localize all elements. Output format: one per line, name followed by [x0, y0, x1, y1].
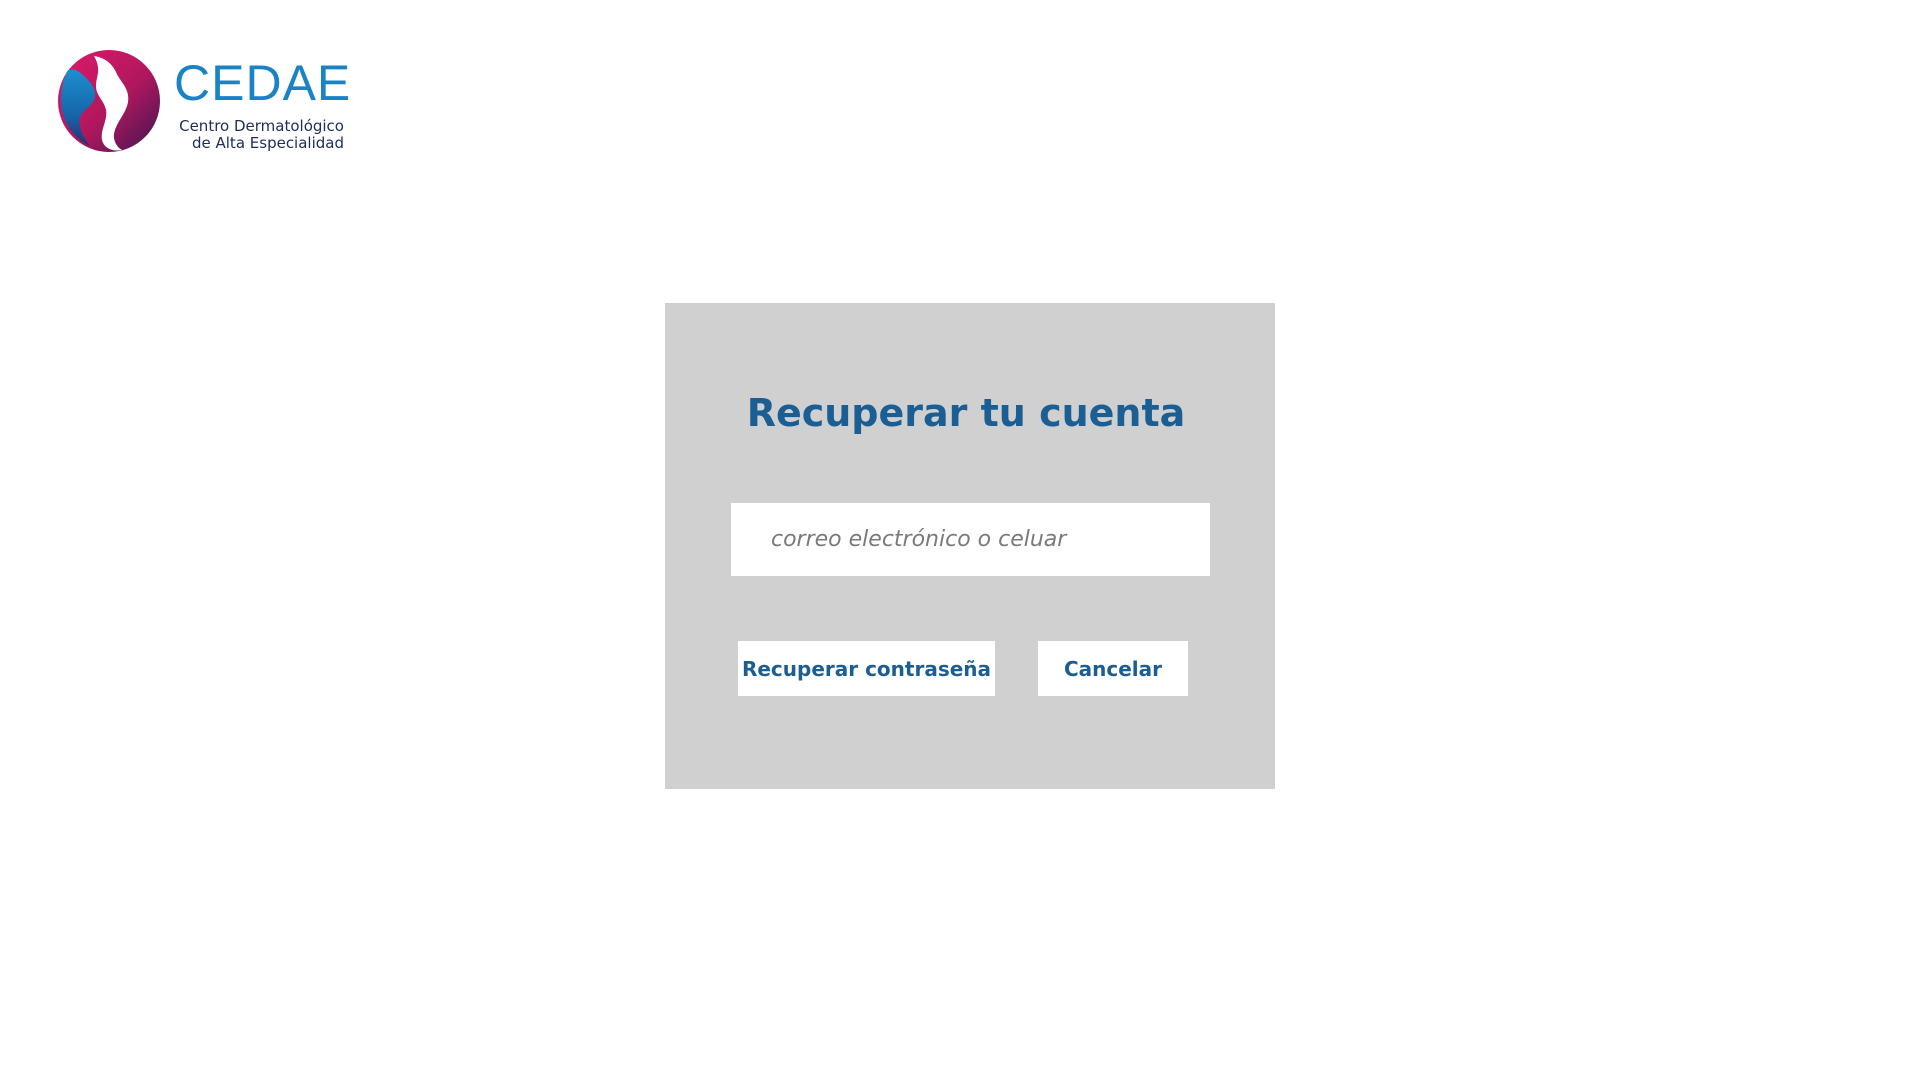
logo-subtitle-line-2: de Alta Especialidad	[191, 134, 344, 152]
password-recovery-page: CEDAE Centro Dermatológico de Alta Espec…	[0, 0, 1920, 1080]
recover-password-button[interactable]: Recuperar contraseña	[738, 641, 995, 696]
cedae-logo[interactable]: CEDAE Centro Dermatológico de Alta Espec…	[56, 48, 350, 158]
logo-subtitle-line-1: Centro Dermatológico	[179, 117, 344, 135]
cancel-button[interactable]: Cancelar	[1038, 641, 1188, 696]
recover-account-card: Recuperar tu cuenta Recuperar contraseña…	[665, 303, 1275, 789]
logo-subtitle: Centro Dermatológico de Alta Especialida…	[166, 118, 344, 152]
email-or-phone-field-container	[731, 503, 1210, 576]
logo-wordmark: CEDAE	[174, 55, 352, 111]
email-or-phone-input[interactable]	[731, 503, 1210, 576]
logo-mark-icon	[58, 50, 160, 152]
recover-account-title: Recuperar tu cuenta	[746, 391, 1186, 435]
